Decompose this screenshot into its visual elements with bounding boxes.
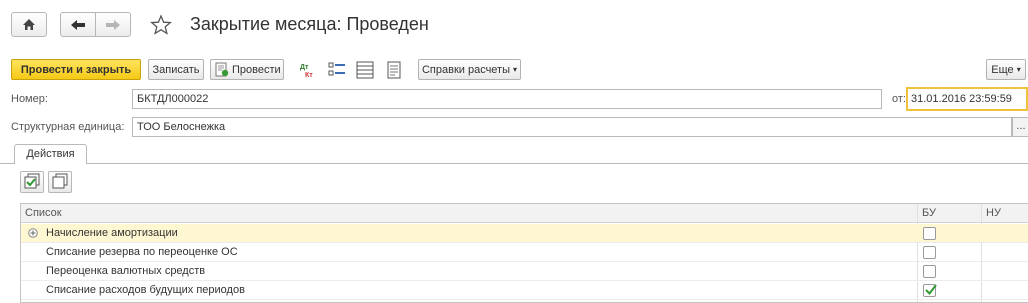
arrow-right-icon xyxy=(105,19,121,31)
table-row[interactable]: Списание резерва по переоценке ОС xyxy=(21,243,1028,262)
check-all-button[interactable] xyxy=(20,171,44,193)
table-row[interactable]: Начисление амортизации xyxy=(21,224,1028,243)
check-all-icon xyxy=(24,173,40,192)
column-header-list[interactable]: Список xyxy=(25,207,62,219)
bu-checkbox[interactable] xyxy=(923,246,936,259)
uncheck-all-icon xyxy=(52,173,68,192)
post-and-close-button[interactable]: Провести и закрыть xyxy=(11,59,141,80)
structural-unit-select-button[interactable]: ... xyxy=(1012,117,1028,137)
table-view-icon[interactable] xyxy=(354,59,375,80)
row-label: Начисление амортизации xyxy=(46,227,178,239)
home-icon xyxy=(22,18,36,31)
structural-unit-field[interactable]: ТОО Белоснежка xyxy=(132,117,1012,137)
back-button[interactable] xyxy=(60,12,96,37)
table-row[interactable]: Списание расходов будущих периодов xyxy=(21,281,1028,300)
actions-table: Список БУ НУ Начисление амортизации Спис… xyxy=(20,203,1028,303)
column-header-nu[interactable]: НУ xyxy=(986,207,1001,219)
more-dropdown[interactable]: Еще ▾ xyxy=(986,59,1026,80)
table-row[interactable]: Переоценка валютных средств xyxy=(21,262,1028,281)
bu-checkbox[interactable] xyxy=(923,265,936,278)
number-field[interactable]: БКТДЛ000022 xyxy=(132,89,882,109)
svg-text:Дт: Дт xyxy=(300,64,309,71)
uncheck-all-button[interactable] xyxy=(48,171,72,193)
date-label: от: xyxy=(892,93,906,105)
row-label: Списание расходов будущих периодов xyxy=(46,284,245,296)
page-title: Закрытие месяца: Проведен xyxy=(190,14,429,34)
favorite-star-icon[interactable] xyxy=(150,14,172,39)
tab-actions[interactable]: Действия xyxy=(14,144,87,164)
number-label: Номер: xyxy=(11,93,48,105)
structural-unit-label: Структурная единица: xyxy=(11,121,125,133)
checklist-icon[interactable] xyxy=(326,59,347,80)
tab-divider xyxy=(0,163,1028,164)
post-document-icon xyxy=(214,62,229,77)
bu-checkbox-checked[interactable] xyxy=(923,284,937,297)
reports-dropdown-label: Справки расчеты xyxy=(421,63,511,76)
arrow-left-icon xyxy=(70,19,86,31)
reports-dropdown[interactable]: Справки расчеты ▾ xyxy=(418,59,521,80)
svg-text:Кт: Кт xyxy=(305,72,313,79)
chevron-down-icon: ▾ xyxy=(513,65,518,74)
save-button[interactable]: Записать xyxy=(148,59,204,80)
row-label: Переоценка валютных средств xyxy=(46,265,206,277)
more-dropdown-label: Еще xyxy=(991,63,1014,76)
post-button[interactable]: Провести xyxy=(210,59,284,80)
bu-checkbox[interactable] xyxy=(923,227,936,240)
row-label: Списание резерва по переоценке ОС xyxy=(46,246,238,258)
chevron-down-icon: ▾ xyxy=(1016,65,1021,74)
dt-kt-icon[interactable]: Дт Кт xyxy=(297,59,318,80)
table-header: Список БУ НУ xyxy=(21,204,1028,223)
document-icon[interactable] xyxy=(383,59,404,80)
forward-button[interactable] xyxy=(95,12,131,37)
expand-plus-icon[interactable] xyxy=(28,228,38,238)
home-button[interactable] xyxy=(11,12,47,37)
date-field[interactable]: 31.01.2016 23:59:59 xyxy=(906,87,1028,111)
post-button-label: Провести xyxy=(232,63,281,76)
column-header-bu[interactable]: БУ xyxy=(922,207,936,219)
